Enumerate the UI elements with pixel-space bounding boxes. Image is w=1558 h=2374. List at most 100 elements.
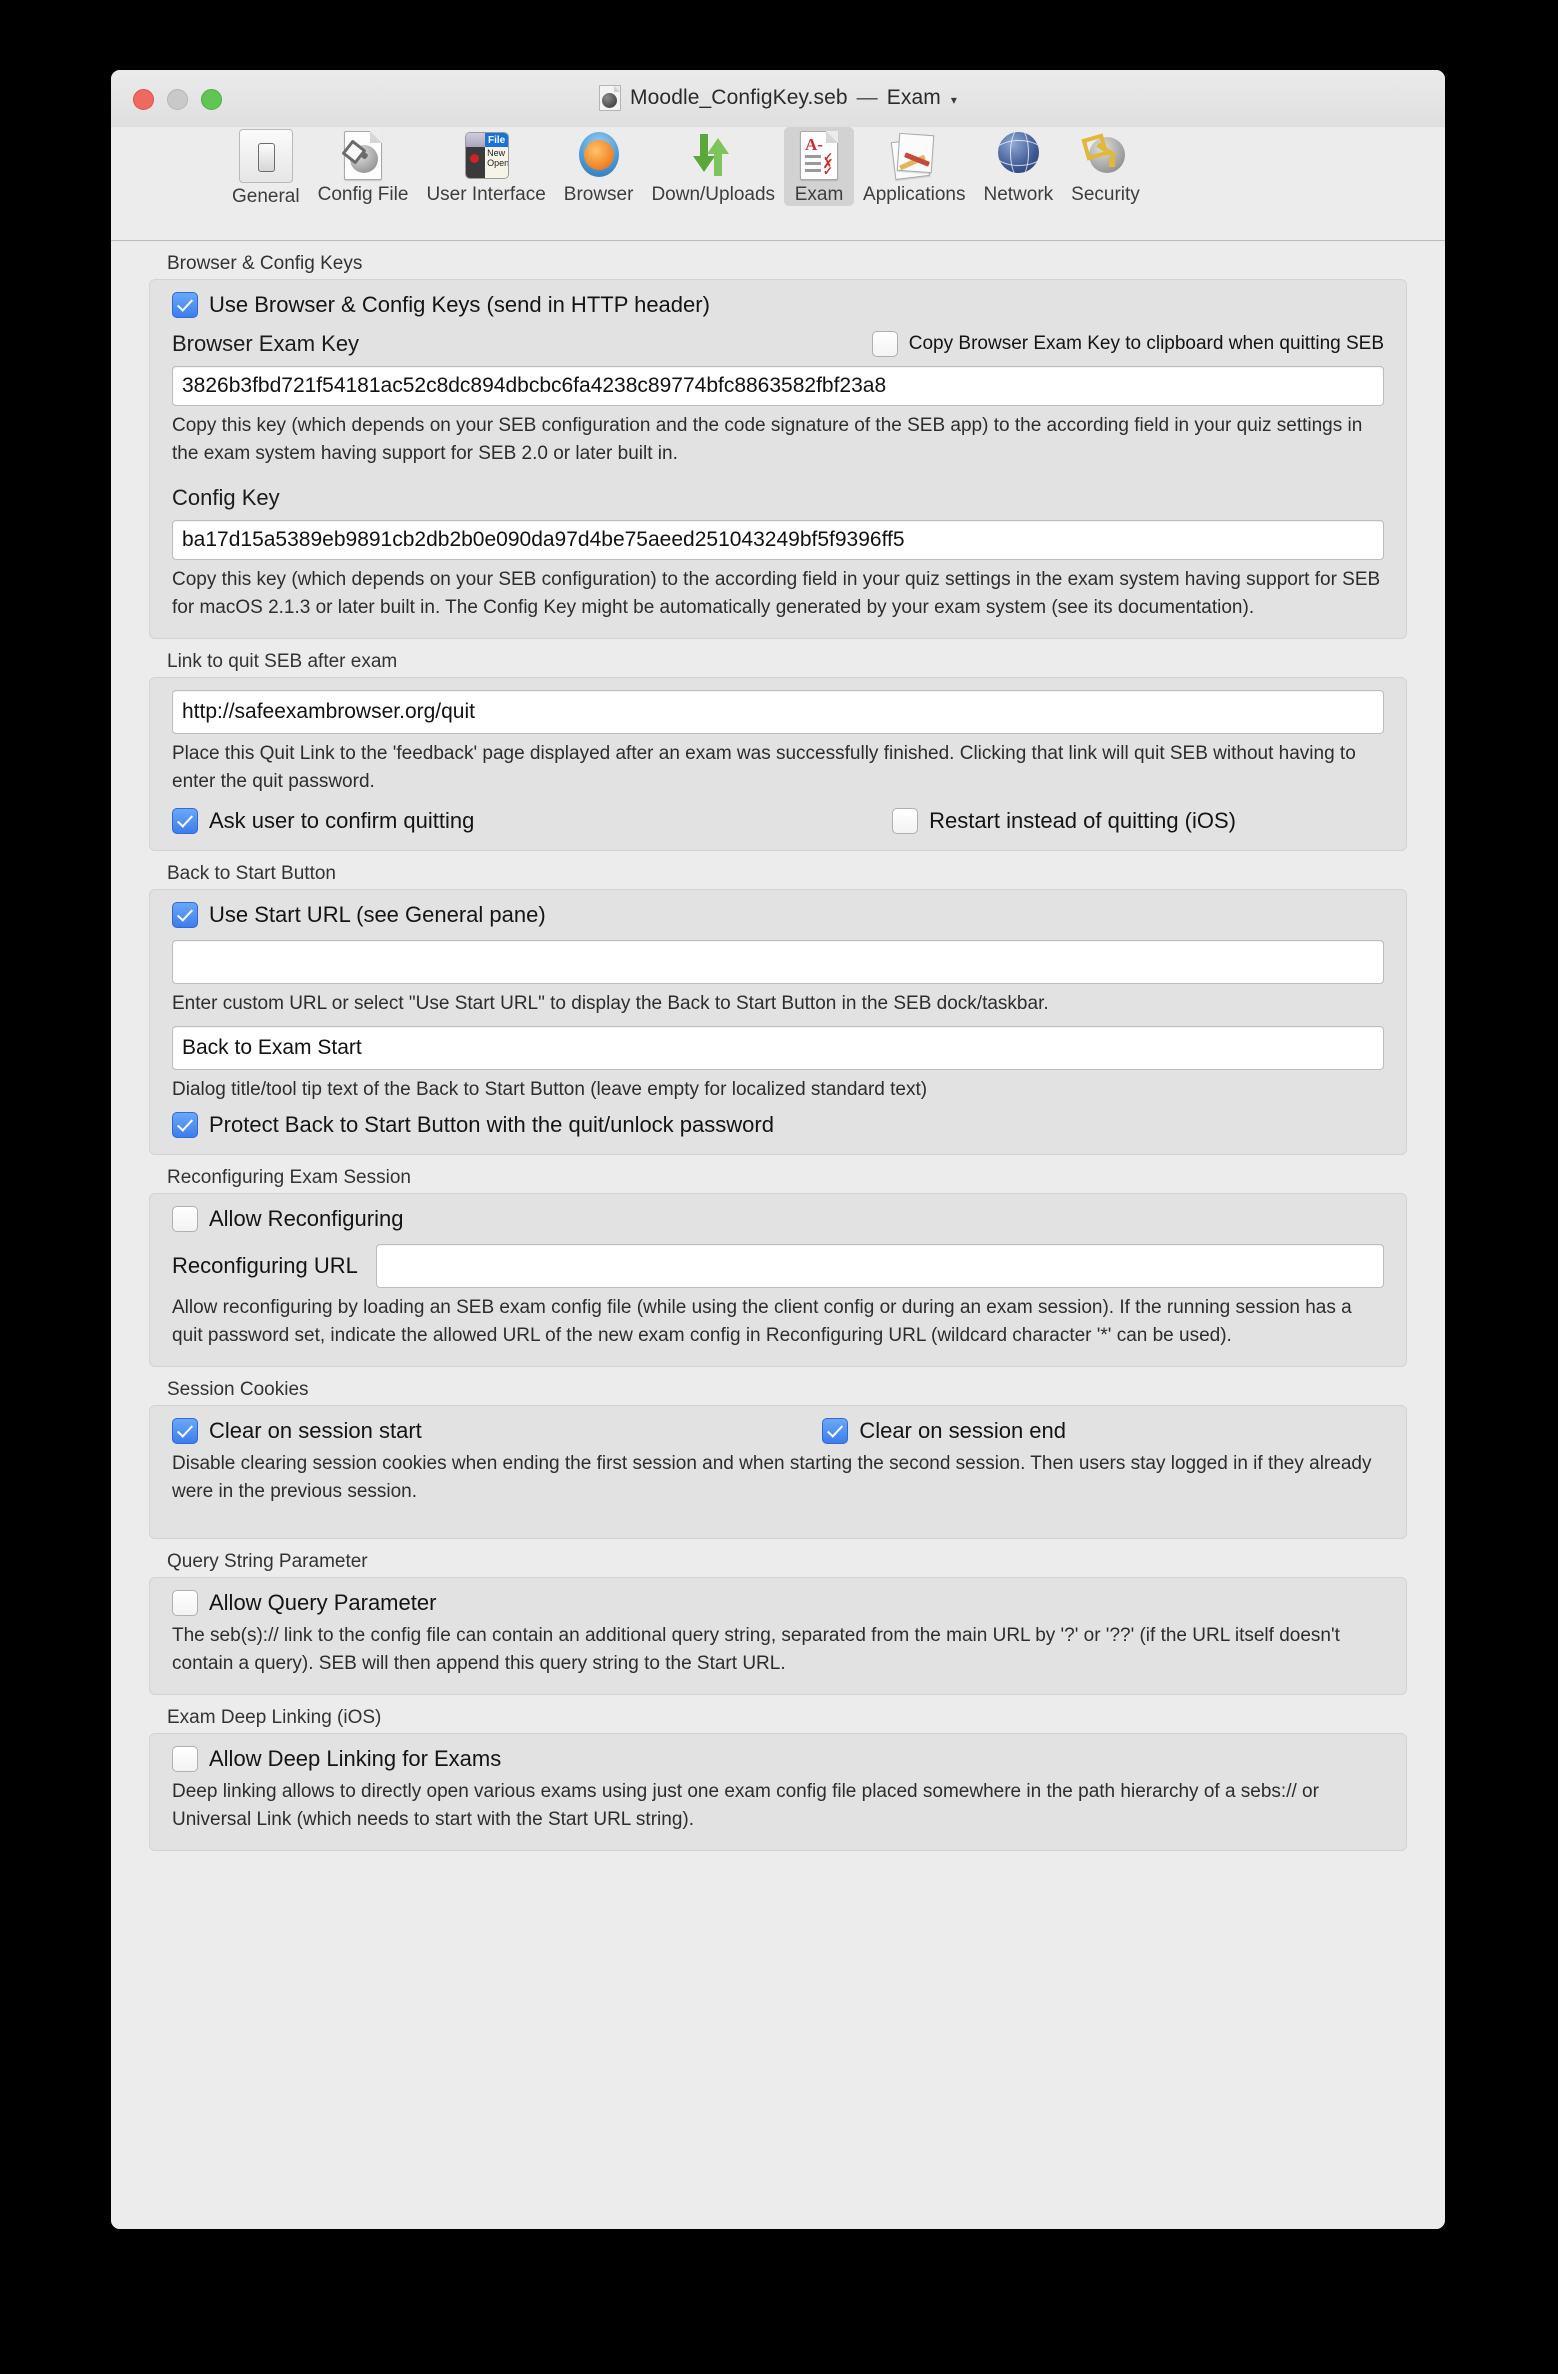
use-start-url-label: Use Start URL (see General pane) (209, 902, 546, 927)
group-title-reconfiguring: Reconfiguring Exam Session (167, 1167, 411, 1188)
group-title-back-to-start-button: Back to Start Button (167, 863, 336, 884)
checkbox-box (172, 902, 198, 928)
checkbox-box (172, 1112, 198, 1138)
window-title-filename: Moodle_ConfigKey.seb (630, 86, 848, 109)
toolbar-label-network: Network (983, 184, 1054, 205)
toolbar-item-exam[interactable]: A- ✓ ✗ ✓ Exam (784, 127, 855, 206)
use-browser-config-keys-label: Use Browser & Config Keys (send in HTTP … (209, 292, 710, 317)
restart-instead-of-quitting-checkbox[interactable]: Restart instead of quitting (iOS) (892, 808, 1236, 834)
browser-exam-key-input[interactable]: 3826b3fbd721f54181ac52c8dc894dbcbc6fa423… (172, 366, 1384, 406)
allow-query-parameter-checkbox[interactable]: Allow Query Parameter (172, 1590, 1384, 1616)
allow-deep-linking-label: Allow Deep Linking for Exams (209, 1746, 502, 1771)
checkbox-box (172, 1418, 198, 1444)
allow-reconfiguring-label: Allow Reconfiguring (209, 1206, 404, 1231)
config-key-description: Copy this key (which depends on your SEB… (172, 569, 1381, 618)
up-down-arrows-icon (687, 129, 739, 181)
toolbar-item-config-file[interactable]: Config File (309, 127, 418, 206)
back-to-start-tooltip-input[interactable]: Back to Exam Start (172, 1026, 1384, 1070)
reconfiguring-description: Allow reconfiguring by loading an SEB ex… (172, 1297, 1352, 1346)
clear-on-session-start-label: Clear on session start (209, 1418, 422, 1443)
group-title-deep-linking: Exam Deep Linking (iOS) (167, 1707, 382, 1728)
protect-back-to-start-label: Protect Back to Start Button with the qu… (209, 1112, 774, 1137)
checkbox-box (172, 1590, 198, 1616)
toolbar-label-security: Security (1071, 184, 1140, 205)
toolbar-label-down-uploads: Down/Uploads (651, 184, 776, 205)
browser-exam-key-description: Copy this key (which depends on your SEB… (172, 415, 1363, 464)
network-globe-icon (992, 129, 1044, 181)
toolbar-item-security[interactable]: Security (1062, 127, 1149, 206)
applications-icon (888, 129, 940, 181)
window-titlebar: Moodle_ConfigKey.seb — Exam ▾ (111, 70, 1445, 127)
group-quit-link: Link to quit SEB after exam http://safee… (149, 651, 1407, 851)
group-browser-config-keys: Browser & Config Keys Use Browser & Conf… (149, 253, 1407, 639)
toolbar-label-config-file: Config File (317, 184, 409, 205)
config-key-input[interactable]: ba17d15a5389eb9891cb2db2b0e090da97d4be75… (172, 520, 1384, 560)
protect-back-to-start-checkbox[interactable]: Protect Back to Start Button with the qu… (172, 1112, 1384, 1138)
checkbox-box (871, 331, 898, 357)
copy-bek-to-clipboard-label: Copy Browser Exam Key to clipboard when … (908, 333, 1384, 354)
toolbar-item-browser[interactable]: Browser (555, 127, 643, 206)
toolbar-item-network[interactable]: Network (974, 127, 1062, 206)
group-exam-deep-linking: Exam Deep Linking (iOS) Allow Deep Linki… (149, 1707, 1407, 1851)
use-browser-config-keys-checkbox[interactable]: Use Browser & Config Keys (send in HTTP … (172, 292, 1384, 318)
preferences-toolbar: General Config File File New Open User In… (111, 127, 1445, 241)
back-to-start-custom-url-description: Enter custom URL or select "Use Start UR… (172, 993, 1049, 1014)
allow-query-parameter-label: Allow Query Parameter (209, 1590, 437, 1615)
toolbar-label-user-interface: User Interface (426, 184, 546, 205)
session-cookies-description: Disable clearing session cookies when en… (172, 1453, 1372, 1502)
ask-confirm-quitting-label: Ask user to confirm quitting (209, 808, 475, 833)
copy-bek-to-clipboard-checkbox[interactable]: Copy Browser Exam Key to clipboard when … (871, 331, 1384, 357)
checkbox-box (172, 1746, 198, 1772)
toolbar-label-applications: Applications (863, 184, 966, 205)
clear-on-session-end-label: Clear on session end (859, 1418, 1066, 1443)
exam-pane-content: Browser & Config Keys Use Browser & Conf… (111, 241, 1445, 2229)
toolbar-item-down-uploads[interactable]: Down/Uploads (642, 127, 784, 206)
preferences-window: Moodle_ConfigKey.seb — Exam ▾ General Co… (111, 70, 1445, 2229)
window-title-pane: Exam (886, 86, 941, 109)
group-query-string-parameter: Query String Parameter Allow Query Param… (149, 1551, 1407, 1695)
config-file-icon (337, 129, 389, 181)
ask-confirm-quitting-checkbox[interactable]: Ask user to confirm quitting (172, 808, 474, 834)
screen: Moodle_ConfigKey.seb — Exam ▾ General Co… (0, 0, 1558, 2374)
back-to-start-custom-url-input[interactable] (172, 940, 1384, 984)
browser-exam-key-label: Browser Exam Key (172, 331, 360, 356)
clear-on-session-end-checkbox[interactable]: Clear on session end (822, 1418, 1066, 1444)
seb-document-icon (599, 85, 622, 111)
group-session-cookies: Session Cookies Clear on session start C… (149, 1379, 1407, 1539)
quit-link-description: Place this Quit Link to the 'feedback' p… (172, 743, 1356, 792)
chevron-down-icon[interactable]: ▾ (951, 93, 957, 107)
deep-linking-description: Deep linking allows to directly open var… (172, 1781, 1319, 1830)
user-interface-icon: File New Open (460, 129, 512, 181)
toolbar-label-general: General (232, 186, 300, 207)
window-title-separator: — (856, 86, 878, 109)
browser-globe-icon (573, 129, 625, 181)
toolbar-item-applications[interactable]: Applications (854, 127, 974, 206)
reconfiguring-url-input[interactable] (375, 1244, 1384, 1288)
allow-deep-linking-checkbox[interactable]: Allow Deep Linking for Exams (172, 1746, 1384, 1772)
group-back-to-start-button: Back to Start Button Use Start URL (see … (149, 863, 1407, 1155)
toolbar-label-exam: Exam (794, 184, 844, 205)
group-title-query-string: Query String Parameter (167, 1551, 368, 1572)
quit-link-input[interactable]: http://safeexambrowser.org/quit (172, 690, 1384, 734)
switch-icon (238, 129, 293, 183)
checkbox-box (822, 1418, 849, 1444)
group-reconfiguring-exam-session: Reconfiguring Exam Session Allow Reconfi… (149, 1167, 1407, 1367)
security-key-icon (1079, 129, 1131, 181)
reconfiguring-url-label: Reconfiguring URL (172, 1253, 358, 1278)
window-title: Moodle_ConfigKey.seb — Exam ▾ (111, 85, 1445, 111)
exam-paper-icon: A- ✓ ✗ ✓ (793, 129, 845, 181)
toolbar-item-user-interface[interactable]: File New Open User Interface (417, 127, 554, 206)
checkbox-box (172, 808, 198, 834)
use-start-url-checkbox[interactable]: Use Start URL (see General pane) (172, 902, 1384, 928)
checkbox-box (172, 1206, 198, 1232)
clear-on-session-start-checkbox[interactable]: Clear on session start (172, 1418, 422, 1444)
toolbar-item-general[interactable]: General (223, 127, 309, 208)
toolbar-label-browser: Browser (563, 184, 634, 205)
checkbox-box (172, 292, 198, 318)
group-title-session-cookies: Session Cookies (167, 1379, 309, 1400)
group-title-quit-link: Link to quit SEB after exam (167, 651, 398, 672)
query-string-description: The seb(s):// link to the config file ca… (172, 1625, 1340, 1674)
allow-reconfiguring-checkbox[interactable]: Allow Reconfiguring (172, 1206, 1384, 1232)
config-key-label: Config Key (172, 485, 280, 510)
back-to-start-tooltip-description: Dialog title/tool tip text of the Back t… (172, 1079, 928, 1100)
